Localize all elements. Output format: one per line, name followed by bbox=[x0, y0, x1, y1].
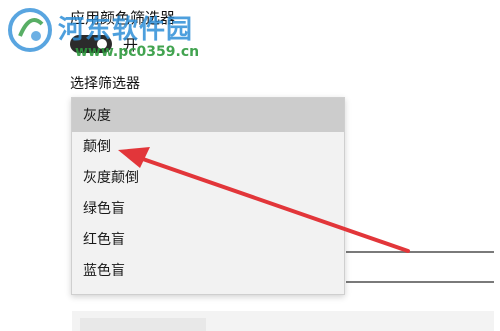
dropdown-option-protanopia[interactable]: 红色盲 bbox=[72, 225, 344, 256]
watermark: 河东软件园 www.pc0359.cn bbox=[0, 0, 210, 70]
background-divider bbox=[346, 281, 494, 283]
background-divider bbox=[346, 251, 494, 253]
dropdown-option-grayscale[interactable]: 灰度 bbox=[72, 98, 344, 132]
dropdown-option-grayscale-inverted[interactable]: 灰度颠倒 bbox=[72, 163, 344, 194]
watermark-logo-icon bbox=[8, 8, 52, 52]
dropdown-option-tritanopia[interactable]: 蓝色盲 bbox=[72, 256, 344, 287]
dropdown-option-inverted[interactable]: 颠倒 bbox=[72, 132, 344, 163]
filter-dropdown-list[interactable]: 灰度 颠倒 灰度颠倒 绿色盲 红色盲 蓝色盲 bbox=[71, 97, 345, 295]
watermark-site-name: 河东软件园 bbox=[58, 15, 194, 45]
dropdown-option-deuteranopia[interactable]: 绿色盲 bbox=[72, 194, 344, 225]
watermark-url: www.pc0359.cn bbox=[75, 44, 200, 60]
select-filter-label: 选择筛选器 bbox=[70, 76, 140, 92]
background-button bbox=[80, 318, 206, 331]
